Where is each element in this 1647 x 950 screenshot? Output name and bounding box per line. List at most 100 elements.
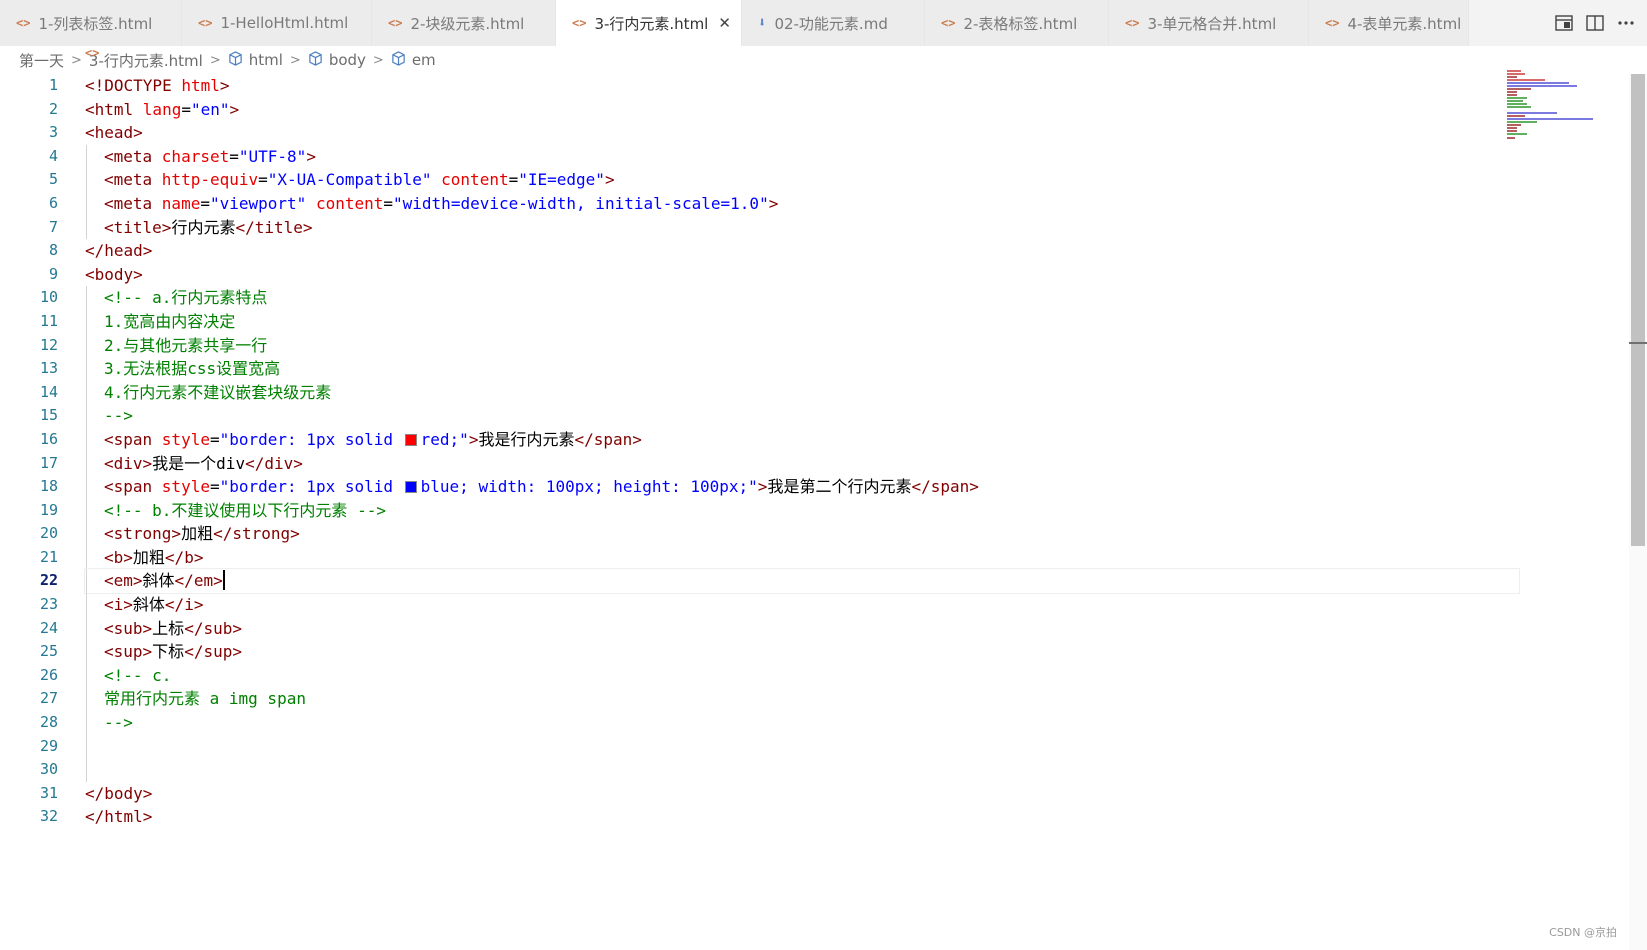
minimap-line: [1507, 130, 1517, 132]
text-cursor: [222, 570, 225, 591]
close-tab-icon[interactable]: ✕: [718, 14, 731, 32]
code-line[interactable]: <meta charset="UTF-8">: [85, 144, 1505, 169]
code-line[interactable]: 2.与其他元素共享一行: [85, 333, 1505, 358]
line-number: 16: [39, 429, 58, 448]
text-token: 我是行内元素: [478, 429, 575, 449]
attr-token: name: [161, 193, 201, 213]
code-line[interactable]: </html>: [85, 805, 1505, 829]
string-token: blue; width: 100px; height: 100px;": [420, 477, 758, 497]
tab-2-table-tags[interactable]: <> 2-表格标签.html: [925, 0, 1109, 46]
minimap-line: [1507, 91, 1517, 93]
code-line[interactable]: <head>: [85, 121, 1505, 145]
code-line[interactable]: <!-- c.: [85, 663, 1505, 688]
html-file-icon: <>: [198, 16, 213, 30]
code-line[interactable]: <div>我是一个div</div>: [85, 451, 1505, 476]
code-line[interactable]: <sup>下标</sup>: [85, 640, 1505, 664]
color-swatch-blue[interactable]: [404, 481, 417, 494]
tab-1-list-tags[interactable]: <> 1-列表标签.html: [0, 0, 182, 46]
tab-3-inline-elements[interactable]: <> 3-行内元素.html ✕: [556, 0, 742, 46]
tag-token: </strong>: [213, 524, 300, 544]
line-number: 10: [39, 288, 58, 307]
code-line[interactable]: <b>加粗</b>: [85, 545, 1505, 570]
line-number: 5: [48, 170, 58, 189]
tag-token: <strong>: [104, 524, 182, 544]
current-code-line[interactable]: <em>斜体</em>: [84, 568, 1520, 595]
code-line[interactable]: -->: [85, 711, 1505, 735]
punct-token: =: [229, 146, 239, 166]
breadcrumb-folder[interactable]: 第一天: [19, 50, 64, 71]
code-line[interactable]: -->: [85, 404, 1505, 428]
code-line[interactable]: 4.行内元素不建议嵌套块级元素: [85, 380, 1505, 405]
code-line[interactable]: <span style="border: 1px solid red;">我是行…: [85, 427, 1505, 452]
tab-label: 1-HelloHtml.html: [220, 14, 349, 32]
code-line[interactable]: <html lang="en">: [85, 98, 1505, 122]
color-swatch-red[interactable]: [404, 433, 417, 446]
code-line[interactable]: </head>: [85, 239, 1505, 263]
more-actions-icon[interactable]: [1614, 11, 1638, 35]
text-token: 我是一个div: [152, 453, 246, 473]
tag-token: >: [604, 170, 615, 190]
minimap-line: [1507, 79, 1545, 81]
punct-token: =: [258, 170, 268, 190]
tag-token: >: [219, 76, 230, 95]
minimap-line: [1507, 76, 1517, 78]
code-line[interactable]: 常用行内元素 a img span: [85, 687, 1505, 711]
minimap-line: [1507, 133, 1527, 135]
breadcrumb-file[interactable]: <> 3-行内元素.html: [85, 46, 203, 71]
scrollbar-thumb[interactable]: [1631, 74, 1645, 546]
html-file-icon: <>: [1325, 16, 1340, 30]
code-line[interactable]: <meta http-equiv="X-UA-Compatible" conte…: [85, 168, 1505, 192]
code-line[interactable]: <span style="border: 1px solid blue; wid…: [85, 475, 1505, 499]
line-number: 18: [39, 477, 58, 496]
code-line[interactable]: <body>: [85, 263, 1505, 287]
vertical-scrollbar[interactable]: [1629, 74, 1647, 950]
code-line[interactable]: <!-- a.行内元素特点: [85, 286, 1505, 310]
code-line[interactable]: <meta name="viewport" content="width=dev…: [85, 191, 1505, 216]
line-number: 28: [39, 713, 58, 732]
code-line[interactable]: 3.无法根据css设置宽高: [85, 357, 1505, 381]
line-number: 29: [39, 736, 58, 755]
code-line[interactable]: </body>: [85, 782, 1505, 806]
current-line-number: 22: [39, 571, 58, 590]
code-text-area[interactable]: <!DOCTYPE html> <html lang="en"> <head> …: [84, 74, 1520, 829]
tab-02-function-elements[interactable]: ⬇ 02-功能元素.md: [742, 0, 925, 46]
line-number: 32: [39, 807, 58, 826]
minimap-line: [1507, 70, 1521, 72]
code-line[interactable]: [85, 734, 1505, 759]
minimap[interactable]: [1507, 70, 1597, 140]
code-line[interactable]: <!-- b.不建议使用以下行内元素 -->: [85, 498, 1505, 523]
line-number: 13: [39, 359, 58, 378]
split-editor-icon[interactable]: [1583, 11, 1607, 35]
code-line[interactable]: <title>行内元素</title>: [85, 215, 1505, 240]
tag-token: </em>: [174, 571, 223, 591]
html-file-icon: <>: [388, 16, 403, 30]
html-file-icon: <>: [941, 16, 956, 30]
tab-4-form-elements[interactable]: <> 4-表单元素.html: [1309, 0, 1469, 46]
tag-token: >: [306, 146, 316, 166]
text-token: 斜体: [142, 571, 175, 591]
code-line[interactable]: <!DOCTYPE html>: [85, 74, 1505, 98]
attr-token: style: [161, 429, 210, 449]
comment-token: 3.无法根据css设置宽高: [104, 359, 281, 379]
open-preview-icon[interactable]: [1552, 11, 1576, 35]
tab-label: 1-列表标签.html: [38, 14, 153, 33]
minimap-line: [1507, 94, 1517, 96]
comment-token: -->: [104, 713, 133, 733]
tag-token: </i>: [164, 595, 204, 615]
line-number: 27: [39, 689, 58, 708]
html-file-icon: <>: [16, 16, 31, 30]
code-line[interactable]: <i>斜体</i>: [85, 593, 1505, 617]
code-line[interactable]: <strong>加粗</strong>: [85, 522, 1505, 546]
tab-3-cell-merge[interactable]: <> 3-单元格合并.html: [1109, 0, 1309, 46]
tab-1-hellohtml[interactable]: <> 1-HelloHtml.html: [182, 0, 372, 46]
comment-token: 1.宽高由内容决定: [104, 311, 236, 331]
code-line[interactable]: 1.宽高由内容决定: [85, 309, 1505, 334]
markdown-file-icon: ⬇: [758, 15, 767, 31]
punct-token: =: [209, 477, 220, 497]
tab-2-block-elements[interactable]: <> 2-块级元素.html: [372, 0, 556, 46]
code-line[interactable]: [85, 758, 1505, 782]
tag-token: <b>: [104, 547, 133, 567]
chevron-right-icon: >: [71, 52, 82, 68]
code-line[interactable]: <sub>上标</sub>: [85, 616, 1505, 641]
code-editor[interactable]: 1 2 3 4 5 6 7 8 9 10 11 12 13 14 15 16 1…: [0, 74, 1647, 950]
